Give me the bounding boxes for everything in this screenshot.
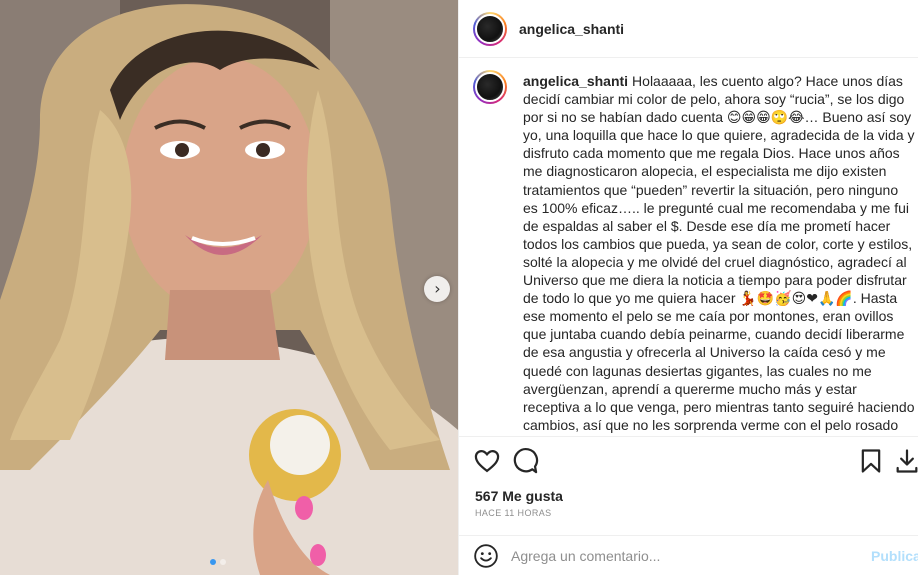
caption-text: Holaaaaa, les cuento algo? Hace unos día…	[523, 73, 915, 435]
post-time[interactable]: HACE 11 HORAS	[475, 508, 552, 518]
carousel-dot	[220, 559, 226, 565]
download-icon[interactable]	[893, 447, 918, 475]
heart-icon[interactable]	[473, 447, 501, 475]
publish-button[interactable]: Publicar	[871, 548, 918, 564]
caption: angelica_shanti Holaaaaa, les cuento algo…	[523, 72, 915, 435]
username-link[interactable]: angelica_shanti	[519, 21, 624, 37]
comment-bar: Publicar	[459, 535, 918, 575]
comment-input[interactable]	[511, 544, 851, 568]
carousel-dot-active	[210, 559, 216, 565]
emoji-icon[interactable]	[473, 543, 499, 569]
avatar[interactable]	[473, 11, 507, 46]
post-header: angelica_shanti	[459, 0, 918, 58]
chevron-right-icon: ›	[434, 279, 441, 298]
caption-scroll-area[interactable]: angelica_shanti Holaaaaa, les cuento algo…	[459, 58, 918, 435]
likes-count[interactable]: 567 Me gusta	[475, 488, 563, 504]
bookmark-icon[interactable]	[857, 447, 885, 475]
post-photo[interactable]: ›	[0, 0, 458, 575]
comment-icon[interactable]	[511, 447, 539, 475]
caption-username[interactable]: angelica_shanti	[523, 73, 628, 89]
photo-illustration	[0, 0, 458, 575]
carousel-indicator	[210, 559, 226, 565]
caption-avatar[interactable]	[473, 70, 507, 104]
carousel-next-button[interactable]: ›	[424, 276, 450, 302]
post-details-panel: angelica_shanti angelica_shanti Holaaaaa,…	[458, 0, 918, 575]
action-bar	[459, 436, 918, 484]
